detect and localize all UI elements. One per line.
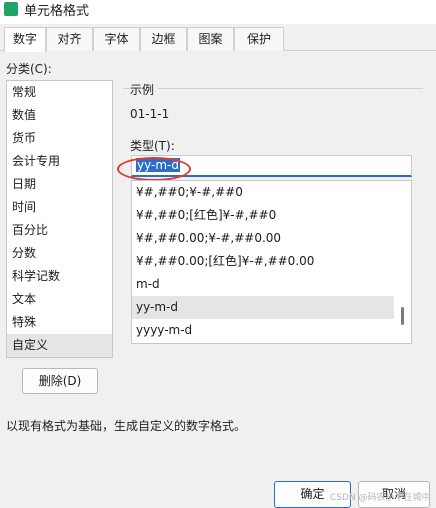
tab-font[interactable]: 字体 [93, 27, 140, 51]
sample-label: 示例 [130, 81, 159, 98]
format-option-selected[interactable]: yy-m-d [132, 296, 394, 319]
tab-protection[interactable]: 保护 [234, 27, 284, 51]
scrollbar-thumb[interactable] [401, 307, 404, 325]
category-item[interactable]: 特殊 [7, 311, 112, 334]
category-item[interactable]: 百分比 [7, 219, 112, 242]
format-option[interactable]: ¥#,##0;[红色]¥-#,##0 [132, 204, 394, 227]
description-text: 以现有格式为基础，生成自定义的数字格式。 [6, 419, 247, 433]
format-list-scrollbar[interactable] [394, 181, 411, 343]
category-list: 常规 数值 货币 会计专用 日期 时间 百分比 分数 科学记数 文本 特殊 自定… [6, 80, 113, 358]
type-label: 类型(T): [130, 139, 175, 153]
spreadsheet-app-icon [4, 2, 18, 16]
delete-button[interactable]: 删除(D) [22, 368, 98, 394]
category-item[interactable]: 数值 [7, 104, 112, 127]
category-item[interactable]: 日期 [7, 173, 112, 196]
red-highlight-circle [117, 157, 191, 181]
format-list: ¥#,##0;¥-#,##0 ¥#,##0;[红色]¥-#,##0 ¥#,##0… [131, 180, 412, 344]
format-option[interactable]: ¥#,##0.00;[红色]¥-#,##0.00 [132, 250, 394, 273]
category-item[interactable]: 常规 [7, 81, 112, 104]
tab-number[interactable]: 数字 [4, 27, 46, 52]
category-item[interactable]: 科学记数 [7, 265, 112, 288]
window-title: 单元格格式 [24, 4, 90, 19]
category-item[interactable]: 货币 [7, 127, 112, 150]
category-item-selected[interactable]: 自定义 [7, 334, 112, 357]
watermark: CSDN @码农小牛在城中 [330, 493, 431, 503]
category-item[interactable]: 分数 [7, 242, 112, 265]
sample-value: 01-1-1 [130, 107, 170, 121]
tab-strip: 数字 对齐 字体 边框 图案 保护 [0, 27, 436, 52]
category-label: 分类(C): [6, 62, 52, 76]
category-item[interactable]: 时间 [7, 196, 112, 219]
format-option[interactable]: ¥#,##0;¥-#,##0 [132, 181, 394, 204]
format-option[interactable]: yyyy-m-d [132, 319, 394, 342]
format-option[interactable]: m-d [132, 273, 394, 296]
tab-alignment[interactable]: 对齐 [46, 27, 93, 51]
tab-pattern[interactable]: 图案 [187, 27, 234, 51]
category-item[interactable]: 文本 [7, 288, 112, 311]
tab-border[interactable]: 边框 [140, 27, 187, 51]
title-bar: 单元格格式 [0, 0, 436, 24]
format-option[interactable]: ¥#,##0.00;¥-#,##0.00 [132, 227, 394, 250]
category-item[interactable]: 会计专用 [7, 150, 112, 173]
